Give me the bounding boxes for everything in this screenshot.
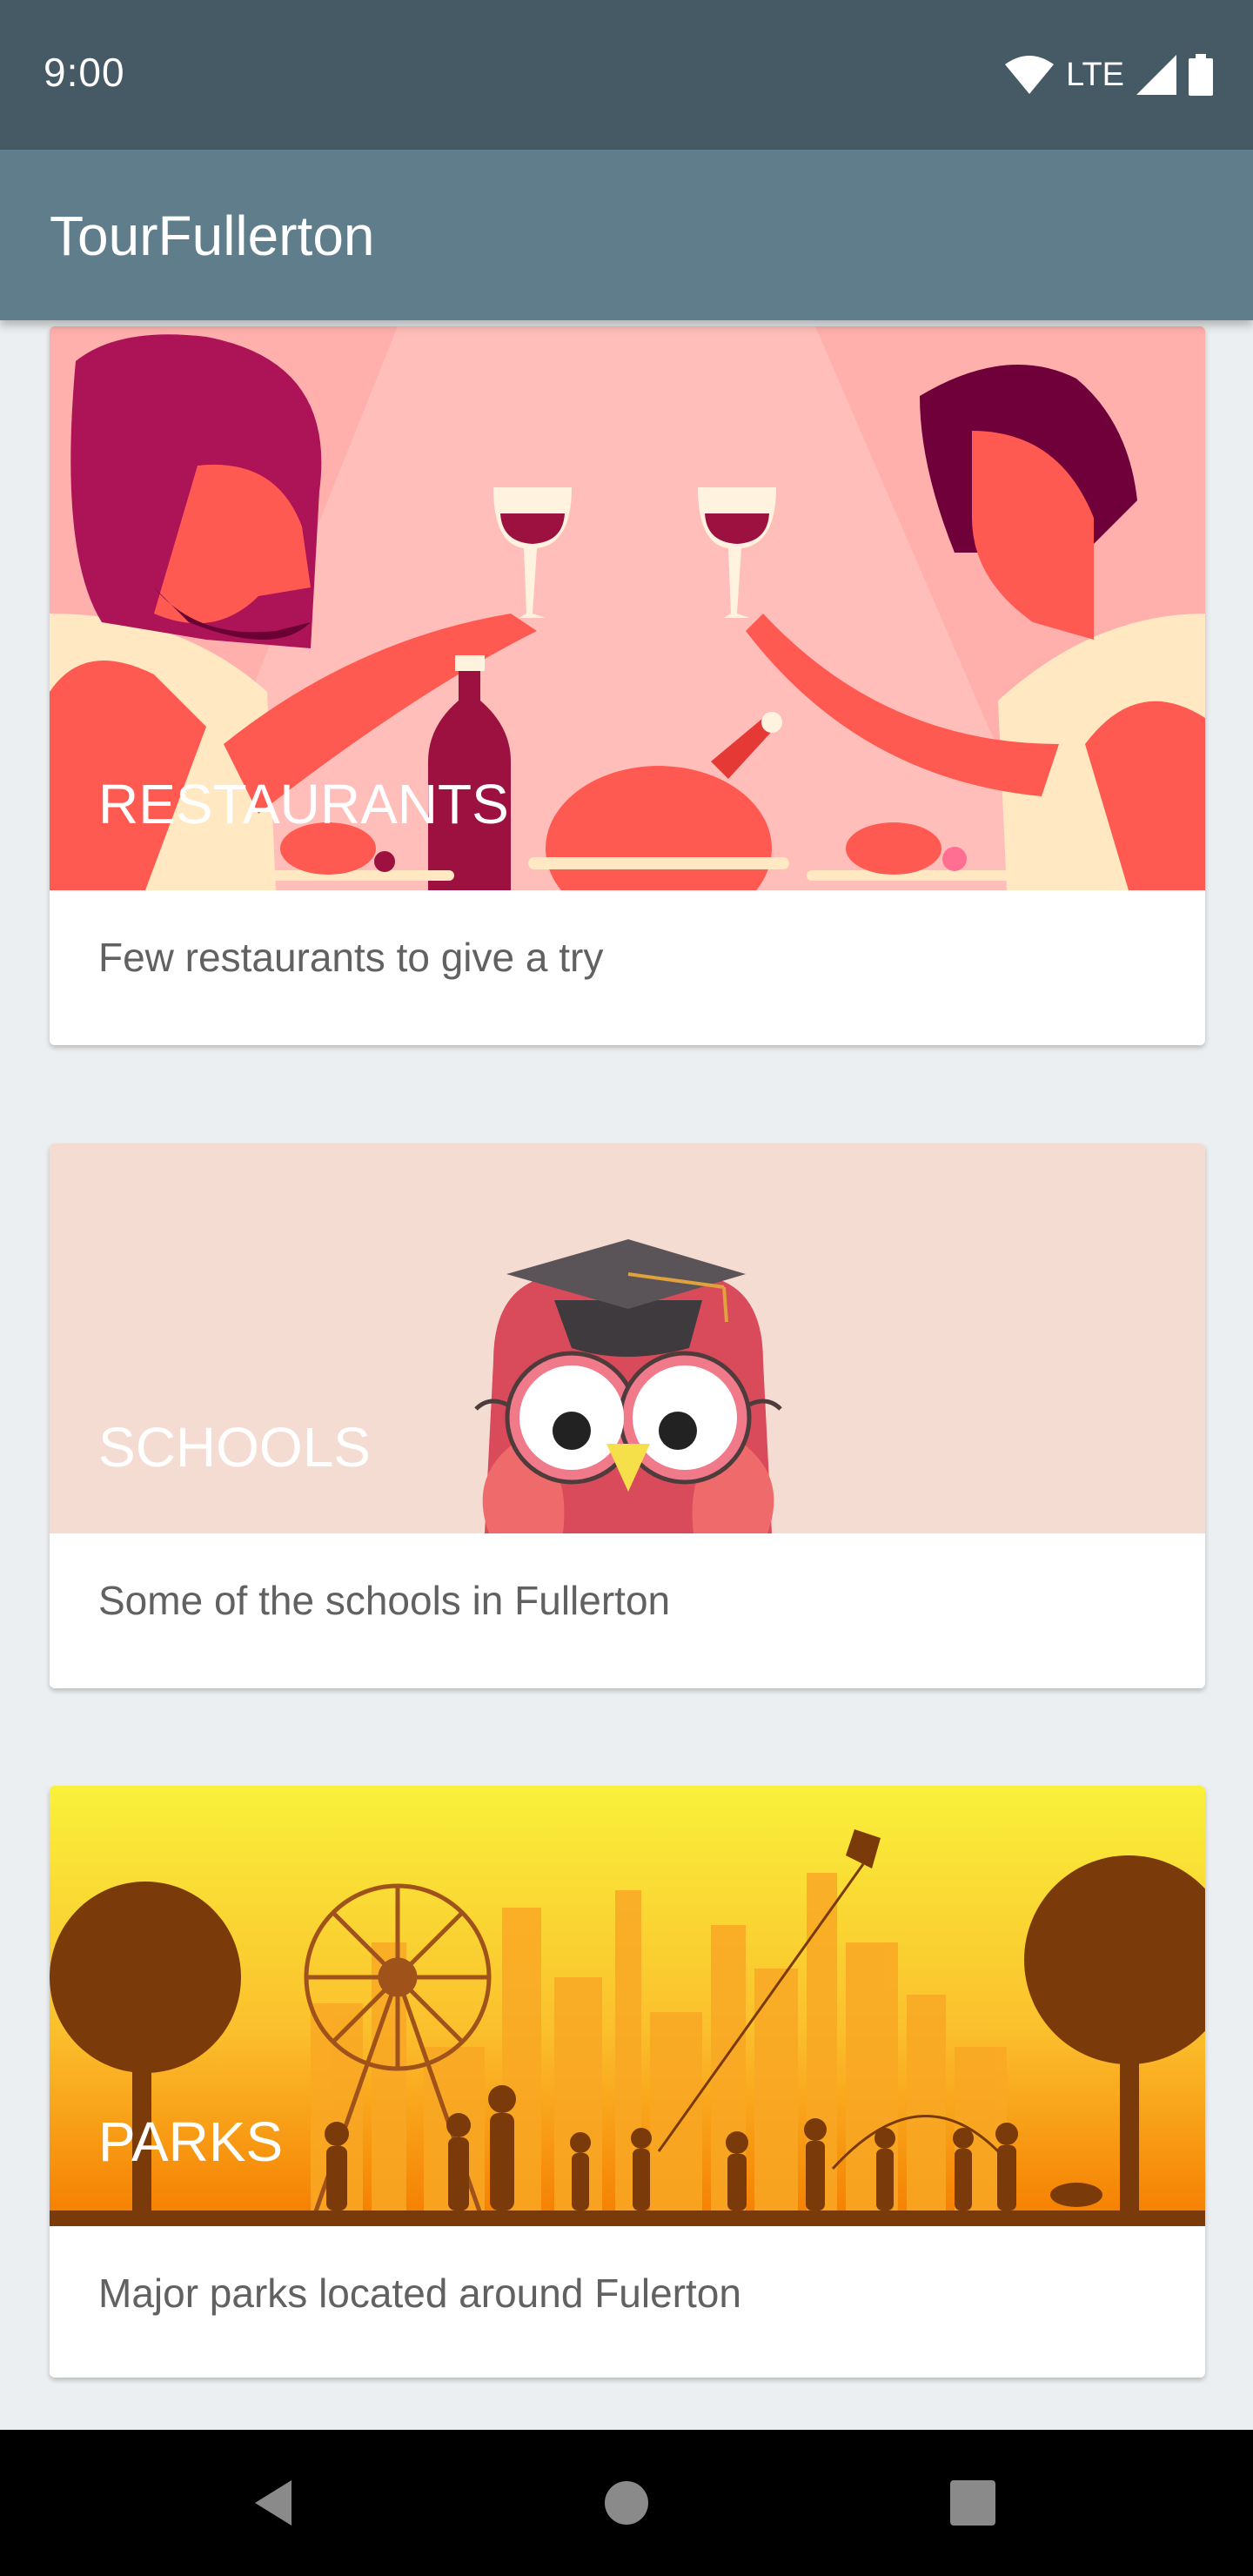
cell-signal-icon	[1136, 55, 1176, 95]
schools-image: SCHOOLS	[50, 1144, 1205, 1533]
status-icons: LTE	[1005, 50, 1213, 99]
app-title: TourFullerton	[50, 205, 375, 267]
status-time: 9:00	[44, 50, 125, 95]
schools-title: SCHOOLS	[98, 1416, 371, 1479]
restaurants-image: RESTAURANTS	[50, 326, 1205, 890]
home-icon[interactable]	[599, 2475, 654, 2531]
parks-card[interactable]: PARKS Major parks located around Fulerto…	[50, 1786, 1205, 2378]
restaurants-card[interactable]: RESTAURANTS Few restaurants to give a tr…	[50, 326, 1205, 1045]
network-label: LTE	[1066, 56, 1124, 93]
schools-description: Some of the schools in Fullerton	[98, 1578, 671, 1623]
parks-description: Major parks located around Fulerton	[98, 2271, 741, 2316]
back-icon[interactable]	[248, 2475, 304, 2531]
battery-icon	[1189, 54, 1213, 96]
restaurants-description: Few restaurants to give a try	[98, 935, 604, 980]
wifi-icon	[1005, 56, 1055, 94]
parks-image: PARKS	[50, 1786, 1205, 2226]
restaurants-title: RESTAURANTS	[98, 773, 509, 835]
navigation-bar	[0, 2430, 1253, 2576]
parks-title: PARKS	[98, 2110, 284, 2173]
card-list[interactable]: RESTAURANTS Few restaurants to give a tr…	[0, 320, 1253, 2430]
schools-card[interactable]: SCHOOLS Some of the schools in Fullerton	[50, 1144, 1205, 1688]
status-bar: 9:00 LTE	[0, 0, 1253, 150]
recents-icon[interactable]	[945, 2475, 1001, 2531]
app-bar: TourFullerton	[0, 150, 1253, 320]
